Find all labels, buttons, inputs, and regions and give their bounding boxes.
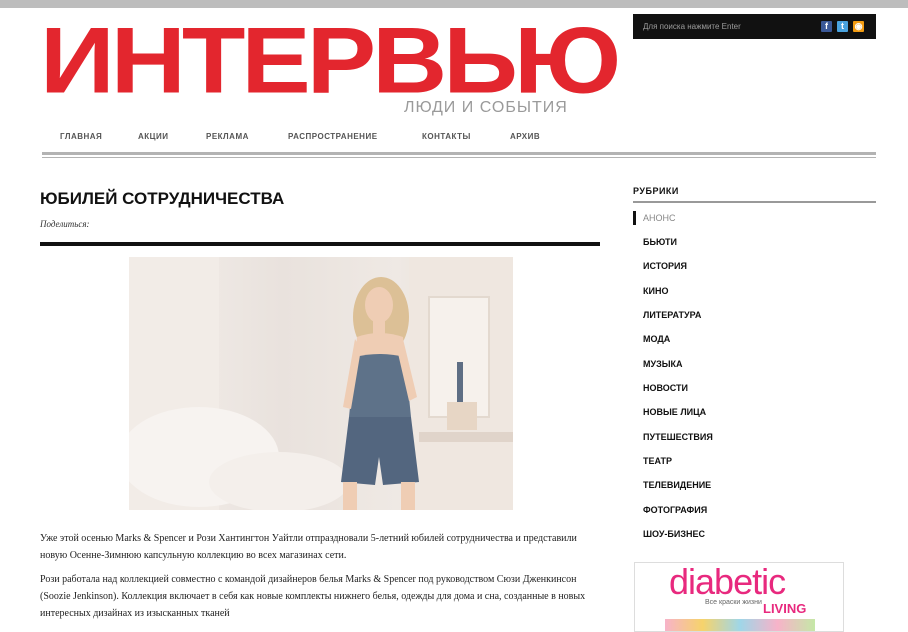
ad-subline: Все краски жизни bbox=[705, 599, 762, 606]
nav-item-promos[interactable]: АКЦИИ bbox=[138, 132, 169, 141]
sidebar-item-history[interactable]: ИСТОРИЯ bbox=[643, 261, 687, 271]
ad-living-label: LIVING bbox=[763, 601, 807, 616]
sidebar-item-literature[interactable]: ЛИТЕРАТУРА bbox=[643, 310, 701, 320]
facebook-icon[interactable]: f bbox=[821, 21, 832, 32]
search-box[interactable]: Для поиска нажмите Enter f t ◉ bbox=[633, 14, 876, 39]
sidebar-item-beauty[interactable]: БЬЮТИ bbox=[643, 237, 677, 247]
sidebar-divider bbox=[633, 201, 876, 203]
site-tagline: ЛЮДИ И СОБЫТИЯ bbox=[404, 99, 568, 116]
sidebar-item-showbiz[interactable]: ШОУ-БИЗНЕС bbox=[643, 529, 705, 539]
nav-item-home[interactable]: ГЛАВНАЯ bbox=[60, 132, 102, 141]
top-bar bbox=[0, 0, 908, 8]
rss-icon[interactable]: ◉ bbox=[853, 21, 864, 32]
sidebar-item-cinema[interactable]: КИНО bbox=[643, 286, 668, 296]
article-title: ЮБИЛЕЙ СОТРУДНИЧЕСТВА bbox=[40, 189, 285, 208]
ad-decorative-strip bbox=[665, 619, 815, 631]
nav-divider bbox=[42, 152, 876, 155]
sidebar-title: РУБРИКИ bbox=[633, 186, 679, 196]
sidebar-item-travel[interactable]: ПУТЕШЕСТВИЯ bbox=[643, 432, 713, 442]
article-paragraph: Уже этой осенью Marks & Spencer и Рози Х… bbox=[40, 533, 577, 561]
photo-illustration bbox=[129, 257, 513, 510]
article-photo bbox=[129, 257, 513, 510]
sidebar-item-news[interactable]: НОВОСТИ bbox=[643, 383, 688, 393]
sidebar-item-theatre[interactable]: ТЕАТР bbox=[643, 456, 672, 466]
nav-item-archive[interactable]: АРХИВ bbox=[510, 132, 540, 141]
nav-item-advertising[interactable]: РЕКЛАМА bbox=[206, 132, 249, 141]
sidebar-item-new-faces[interactable]: НОВЫЕ ЛИЦА bbox=[643, 407, 706, 417]
sidebar-item-photography[interactable]: ФОТОГРАФИЯ bbox=[643, 505, 707, 515]
sidebar-item-fashion[interactable]: МОДА bbox=[643, 334, 670, 344]
nav-item-contacts[interactable]: КОНТАКТЫ bbox=[422, 132, 471, 141]
search-hint: Для поиска нажмите Enter bbox=[643, 22, 741, 31]
sidebar-ad-banner[interactable]: diabetic Все краски жизни LIVING bbox=[634, 562, 844, 632]
title-divider bbox=[40, 242, 600, 246]
sidebar-item-television[interactable]: ТЕЛЕВИДЕНИЕ bbox=[643, 480, 711, 490]
twitter-icon[interactable]: t bbox=[837, 21, 848, 32]
nav-item-distribution[interactable]: РАСПРОСТРАНЕНИЕ bbox=[288, 132, 378, 141]
ad-brand: diabetic bbox=[669, 562, 786, 602]
article-paragraph: Рози работала над коллекцией совместно с… bbox=[40, 574, 586, 619]
share-label[interactable]: Поделиться: bbox=[40, 219, 90, 229]
sidebar-item-music[interactable]: МУЗЫКА bbox=[643, 359, 683, 369]
active-category-marker bbox=[633, 211, 636, 225]
site-logo[interactable]: ИНТЕРВЬЮ bbox=[40, 14, 621, 108]
sidebar-item-anons[interactable]: АНОНС bbox=[643, 213, 676, 223]
nav-divider-thin bbox=[42, 157, 876, 158]
